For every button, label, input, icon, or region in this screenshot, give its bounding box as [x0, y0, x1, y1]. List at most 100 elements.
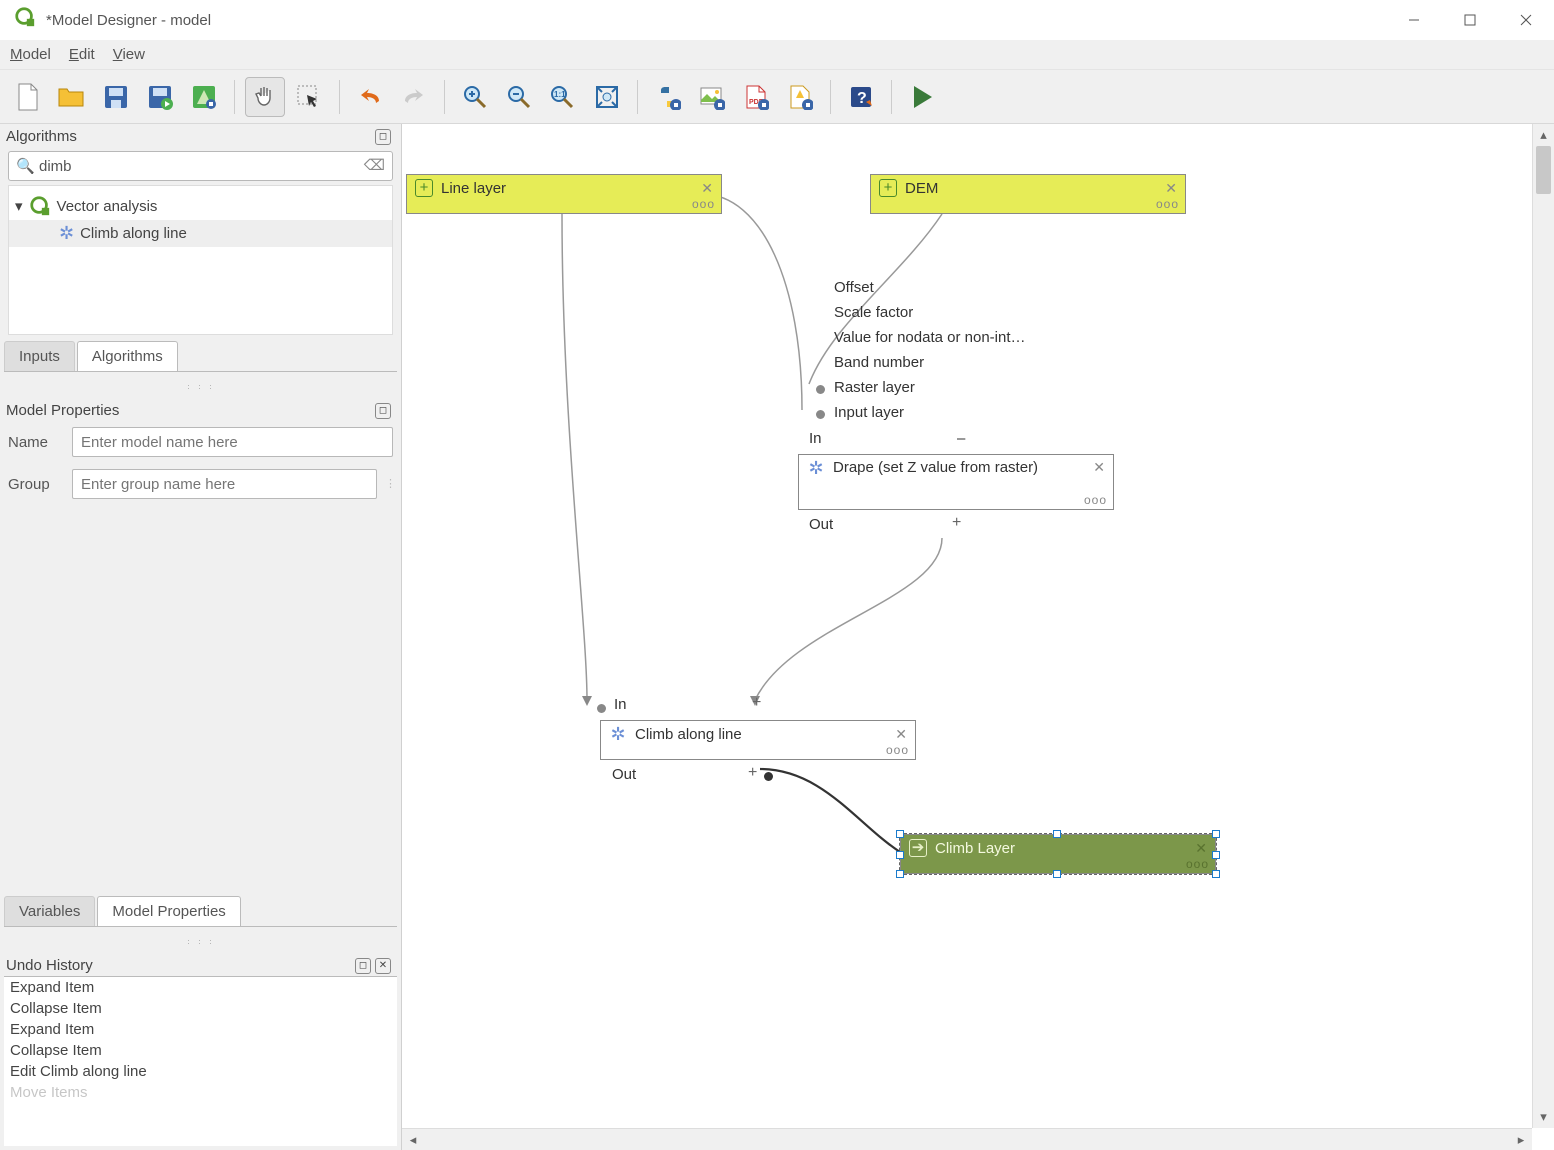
scroll-down-icon[interactable]: ▾ — [1533, 1106, 1554, 1128]
pan-tool-button[interactable] — [245, 77, 285, 117]
save-as-button[interactable] — [140, 77, 180, 117]
gear-icon: ✲ — [59, 223, 74, 244]
toolbar-separator — [891, 80, 892, 114]
algorithms-label: Algorithms — [6, 128, 77, 145]
scroll-thumb[interactable] — [1536, 146, 1551, 194]
run-model-button[interactable] — [902, 77, 942, 117]
undo-item[interactable]: Edit Climb along line — [4, 1061, 397, 1082]
main-toolbar: 1:1 PDF ? — [0, 70, 1554, 124]
export-python-button[interactable] — [648, 77, 688, 117]
algorithm-search-input[interactable] — [8, 151, 393, 181]
tab-inputs[interactable]: Inputs — [4, 341, 75, 371]
input-node-line-layer[interactable]: + Line layer ✕ ooo — [406, 174, 722, 214]
node-menu-icon[interactable]: ooo — [1084, 493, 1107, 507]
export-pdf-button[interactable]: PDF — [736, 77, 776, 117]
algorithm-node-climb[interactable]: ✲ Climb along line ✕ ooo — [600, 720, 916, 760]
param-input-layer: Input layer — [834, 404, 904, 421]
expand-out-icon[interactable]: + — [748, 764, 757, 782]
undo-history-title: Undo History ◻ ✕ — [0, 953, 401, 976]
horizontal-scrollbar[interactable]: ◂ ▸ — [402, 1128, 1532, 1150]
model-group-input[interactable] — [72, 469, 377, 499]
undo-item[interactable]: Move Items — [4, 1082, 397, 1103]
drag-handle-icon[interactable]: ⋮ — [385, 481, 393, 487]
tab-variables[interactable]: Variables — [4, 896, 95, 926]
window-controls — [1386, 0, 1554, 40]
zoom-out-button[interactable] — [499, 77, 539, 117]
algorithms-tabs: Inputs Algorithms — [4, 341, 397, 371]
panel-resize-handle[interactable]: ﹕﹕﹕ — [0, 934, 401, 947]
node-menu-icon[interactable]: ooo — [1156, 197, 1179, 211]
output-node-climb-layer[interactable]: ➔ Climb Layer ✕ ooo — [900, 834, 1216, 874]
undo-item[interactable]: Collapse Item — [4, 1040, 397, 1061]
dock-icon[interactable]: ◻ — [355, 958, 371, 974]
save-button[interactable] — [96, 77, 136, 117]
node-menu-icon[interactable]: ooo — [1186, 857, 1209, 871]
minus-icon[interactable]: – — [957, 430, 965, 447]
node-close-icon[interactable]: ✕ — [1195, 840, 1207, 857]
model-properties-label: Model Properties — [6, 402, 119, 419]
gear-icon: ✲ — [609, 725, 627, 743]
undo-item[interactable]: Expand Item — [4, 1019, 397, 1040]
node-close-icon[interactable]: ✕ — [701, 180, 713, 197]
node-menu-icon[interactable]: ooo — [692, 197, 715, 211]
node-close-icon[interactable]: ✕ — [1093, 459, 1105, 476]
vertical-scrollbar[interactable]: ▴ ▾ — [1532, 124, 1554, 1128]
menu-view[interactable]: View — [113, 46, 145, 63]
toolbar-separator — [444, 80, 445, 114]
model-name-input[interactable] — [72, 427, 393, 457]
undo-item[interactable]: Collapse Item — [4, 998, 397, 1019]
undo-button[interactable] — [350, 77, 390, 117]
model-canvas[interactable]: + Line layer ✕ ooo + DEM ✕ ooo — [402, 124, 1532, 1128]
port-dot — [597, 704, 606, 713]
redo-button[interactable] — [394, 77, 434, 117]
model-properties-title: Model Properties ◻ — [0, 398, 401, 421]
new-model-button[interactable] — [8, 77, 48, 117]
svg-text:?: ? — [857, 90, 867, 107]
help-button[interactable]: ? — [841, 77, 881, 117]
scroll-right-icon[interactable]: ▸ — [1510, 1129, 1532, 1150]
tree-group-row[interactable]: ▾ Vector analysis — [9, 192, 392, 220]
scroll-left-icon[interactable]: ◂ — [402, 1129, 424, 1150]
port-dot — [764, 772, 773, 781]
scroll-up-icon[interactable]: ▴ — [1533, 124, 1554, 146]
zoom-full-button[interactable] — [587, 77, 627, 117]
zoom-in-button[interactable] — [455, 77, 495, 117]
node-close-icon[interactable]: ✕ — [895, 726, 907, 743]
export-image-button[interactable] — [692, 77, 732, 117]
algorithm-tree[interactable]: ▾ Vector analysis ✲ Climb along line — [8, 185, 393, 335]
maximize-button[interactable] — [1442, 0, 1498, 40]
tab-algorithms[interactable]: Algorithms — [77, 341, 178, 371]
close-button[interactable] — [1498, 0, 1554, 40]
expand-icon[interactable]: ▾ — [15, 197, 23, 215]
arrow-right-icon: ➔ — [909, 839, 927, 857]
node-menu-icon[interactable]: ooo — [886, 743, 909, 757]
select-tool-button[interactable] — [289, 77, 329, 117]
name-label: Name — [8, 434, 64, 451]
menu-model[interactable]: Model — [10, 46, 51, 63]
tree-group-label: Vector analysis — [57, 198, 158, 215]
minimize-button[interactable] — [1386, 0, 1442, 40]
save-in-project-button[interactable] — [184, 77, 224, 117]
model-designer-window: *Model Designer - model Model Edit View … — [0, 0, 1554, 1150]
undo-item[interactable]: Expand Item — [4, 977, 397, 998]
algorithm-node-drape[interactable]: ✲ Drape (set Z value from raster) ✕ ooo — [798, 454, 1114, 510]
panel-resize-handle[interactable]: ﹕﹕﹕ — [0, 379, 401, 392]
export-svg-button[interactable] — [780, 77, 820, 117]
tree-algorithm-row[interactable]: ✲ Climb along line — [9, 220, 392, 247]
drape-in-label: In — [809, 430, 822, 447]
dock-icon[interactable]: ◻ — [375, 403, 391, 419]
zoom-actual-button[interactable]: 1:1 — [543, 77, 583, 117]
properties-tabs: Variables Model Properties — [4, 896, 397, 926]
clear-search-icon[interactable]: ⌫ — [364, 156, 385, 174]
toolbar-separator — [234, 80, 235, 114]
menu-edit[interactable]: Edit — [69, 46, 95, 63]
expand-in-icon[interactable]: + — [752, 694, 761, 712]
undo-history-list[interactable]: Expand Item Collapse Item Expand Item Co… — [4, 976, 397, 1146]
close-panel-icon[interactable]: ✕ — [375, 958, 391, 974]
open-model-button[interactable] — [52, 77, 92, 117]
expand-out-icon[interactable]: + — [952, 514, 961, 532]
dock-icon[interactable]: ◻ — [375, 129, 391, 145]
tab-model-properties[interactable]: Model Properties — [97, 896, 240, 926]
input-node-dem[interactable]: + DEM ✕ ooo — [870, 174, 1186, 214]
node-close-icon[interactable]: ✕ — [1165, 180, 1177, 197]
